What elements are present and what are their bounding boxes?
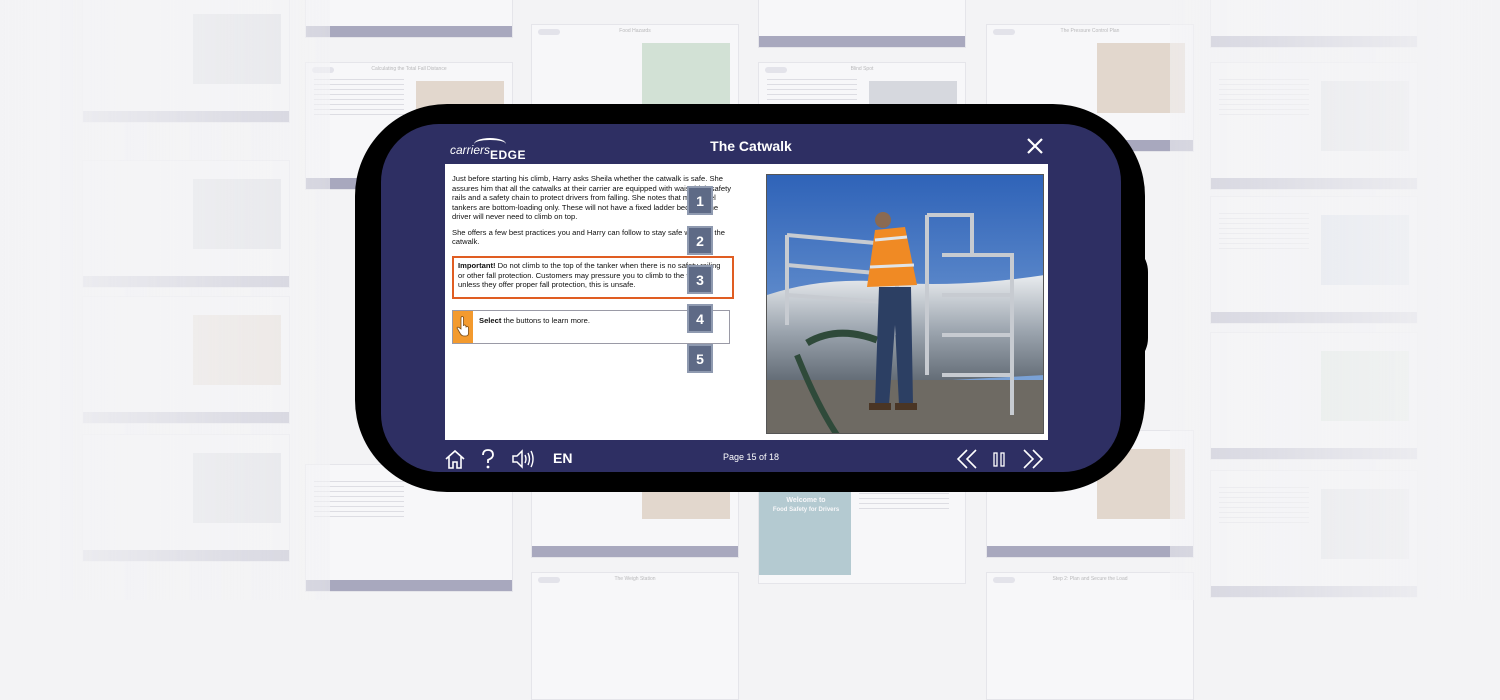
- thumbnail-title: The Pressure Control Plan: [1060, 28, 1120, 34]
- next-page-button[interactable]: [1021, 448, 1045, 472]
- thumbnail-welcome-subtitle: Food Safety for Drivers: [772, 507, 840, 513]
- tanker-catwalk-photo: [766, 174, 1044, 434]
- hand-pointer-icon: [453, 311, 473, 343]
- page-title: The Catwalk: [710, 138, 792, 154]
- topic-button-2[interactable]: 2: [687, 226, 713, 255]
- topic-button-5[interactable]: 5: [687, 344, 713, 373]
- close-button[interactable]: [1025, 136, 1045, 156]
- important-text: Do not climb to the top of the tanker wh…: [458, 261, 721, 289]
- double-chevron-right-icon: [1023, 449, 1044, 469]
- thumbnail-title: The Weigh Station: [614, 576, 656, 582]
- thumbnail-title: Calculating the Total Fall Distance: [371, 66, 447, 72]
- instruction-text: Select the buttons to learn more.: [479, 316, 590, 325]
- thumbnail: [305, 0, 513, 38]
- instruction-bold: Select: [479, 316, 502, 325]
- thumbnail: [758, 0, 966, 48]
- topic-button-3[interactable]: 3: [687, 265, 713, 294]
- topic-button-4[interactable]: 4: [687, 304, 713, 333]
- topic-button-1[interactable]: 1: [687, 186, 713, 215]
- close-icon: [1027, 138, 1043, 154]
- course-screen: carriers EDGE The Catwalk Just before st…: [381, 124, 1121, 472]
- background-fade-left: [0, 0, 330, 600]
- thumbnail-title: Step 2: Plan and Secure the Load: [1052, 576, 1128, 582]
- pause-icon: [993, 452, 1005, 467]
- content-panel: Just before starting his climb, Harry as…: [445, 164, 1048, 440]
- thumbnail: The Weigh Station: [531, 572, 739, 700]
- pause-button[interactable]: [991, 448, 1007, 472]
- thumbnail-title: Food Hazards: [619, 28, 651, 34]
- double-chevron-left-icon: [956, 449, 977, 469]
- thumbnail-title: Blind Spot: [850, 66, 874, 72]
- page-indicator: Page 15 of 18: [722, 452, 780, 462]
- previous-page-button[interactable]: [955, 448, 979, 472]
- background-fade-right: [1170, 0, 1500, 600]
- important-label: Important!: [458, 261, 496, 270]
- instruction-rest: the buttons to learn more.: [501, 316, 591, 325]
- thumbnail-welcome-title: Welcome to: [786, 497, 826, 504]
- thumbnail: Step 2: Plan and Secure the Load: [986, 572, 1194, 700]
